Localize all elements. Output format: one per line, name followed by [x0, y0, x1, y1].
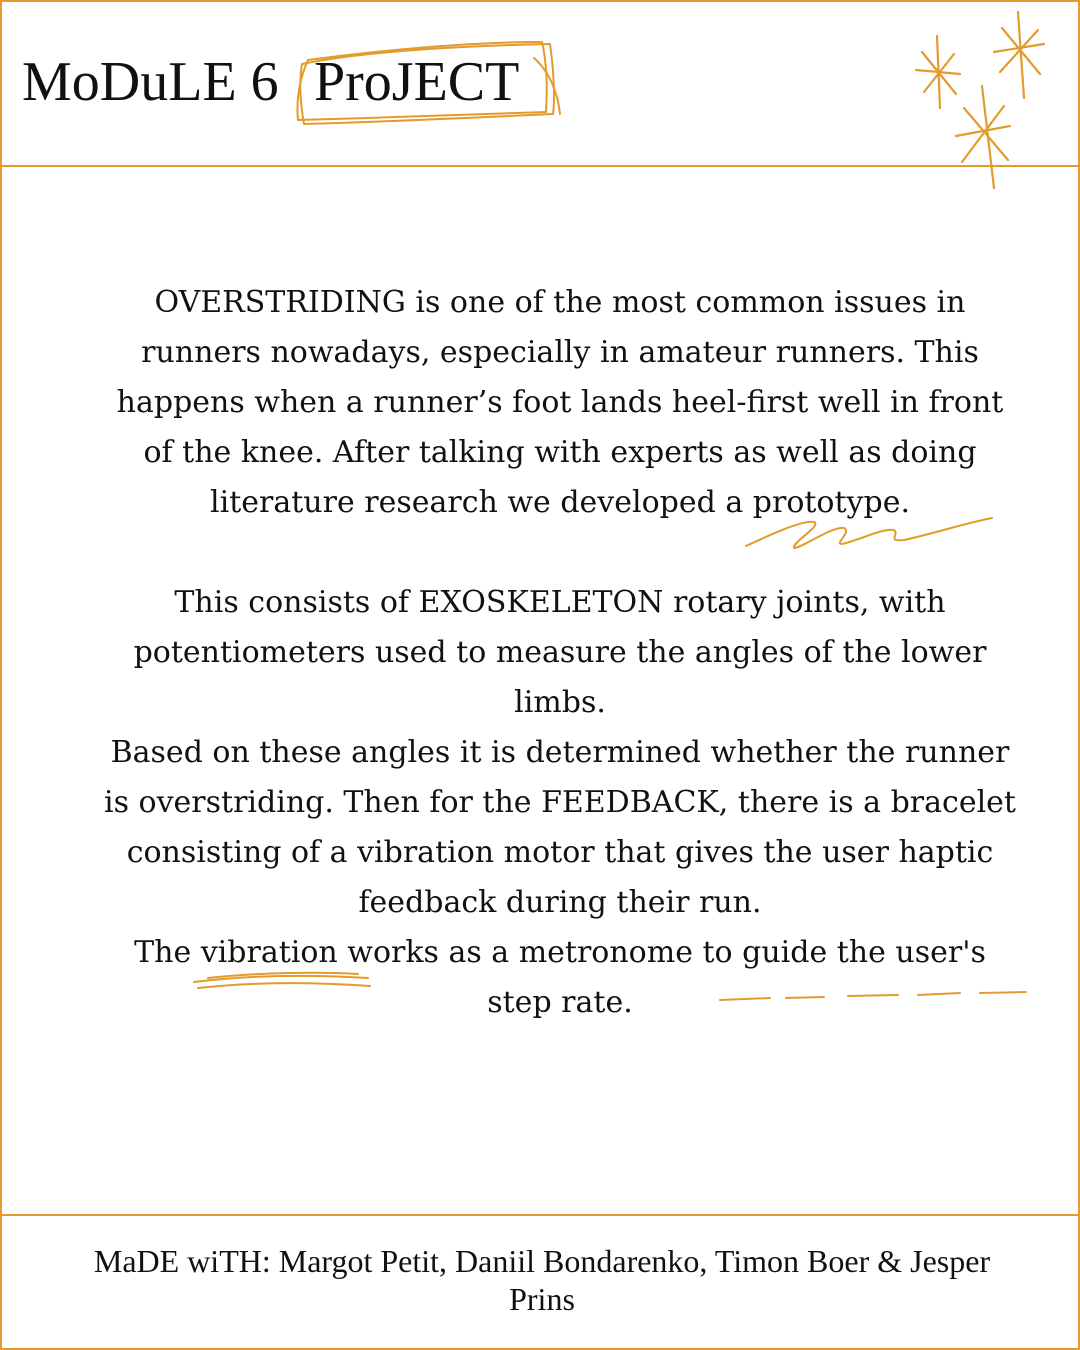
paragraph-exoskeleton: This consists of EXOSKELETON rotary join…: [133, 585, 987, 720]
footer: MaDE wiTH: Margot Petit, Daniil Bondaren…: [2, 1214, 1078, 1348]
paragraph-overstriding: OVERSTRIDING is one of the most common i…: [116, 285, 1004, 520]
title-project: ProJECT: [314, 51, 520, 113]
body-text: OVERSTRIDING is one of the most common i…: [102, 278, 1018, 1028]
title-module: MoDuLE 6: [22, 51, 279, 113]
paragraph-vibration: The vibration works as a metronome to gu…: [134, 935, 986, 1020]
header: MoDuLE 6 ProJECT: [2, 2, 1078, 167]
footer-credits: MaDE wiTH: Margot Petit, Daniil Bondaren…: [93, 1243, 991, 1317]
page: MoDuLE 6 ProJECT OVERSTRIDING is one of …: [0, 0, 1080, 1350]
paragraph-feedback: Based on these angles it is determined w…: [104, 735, 1016, 920]
